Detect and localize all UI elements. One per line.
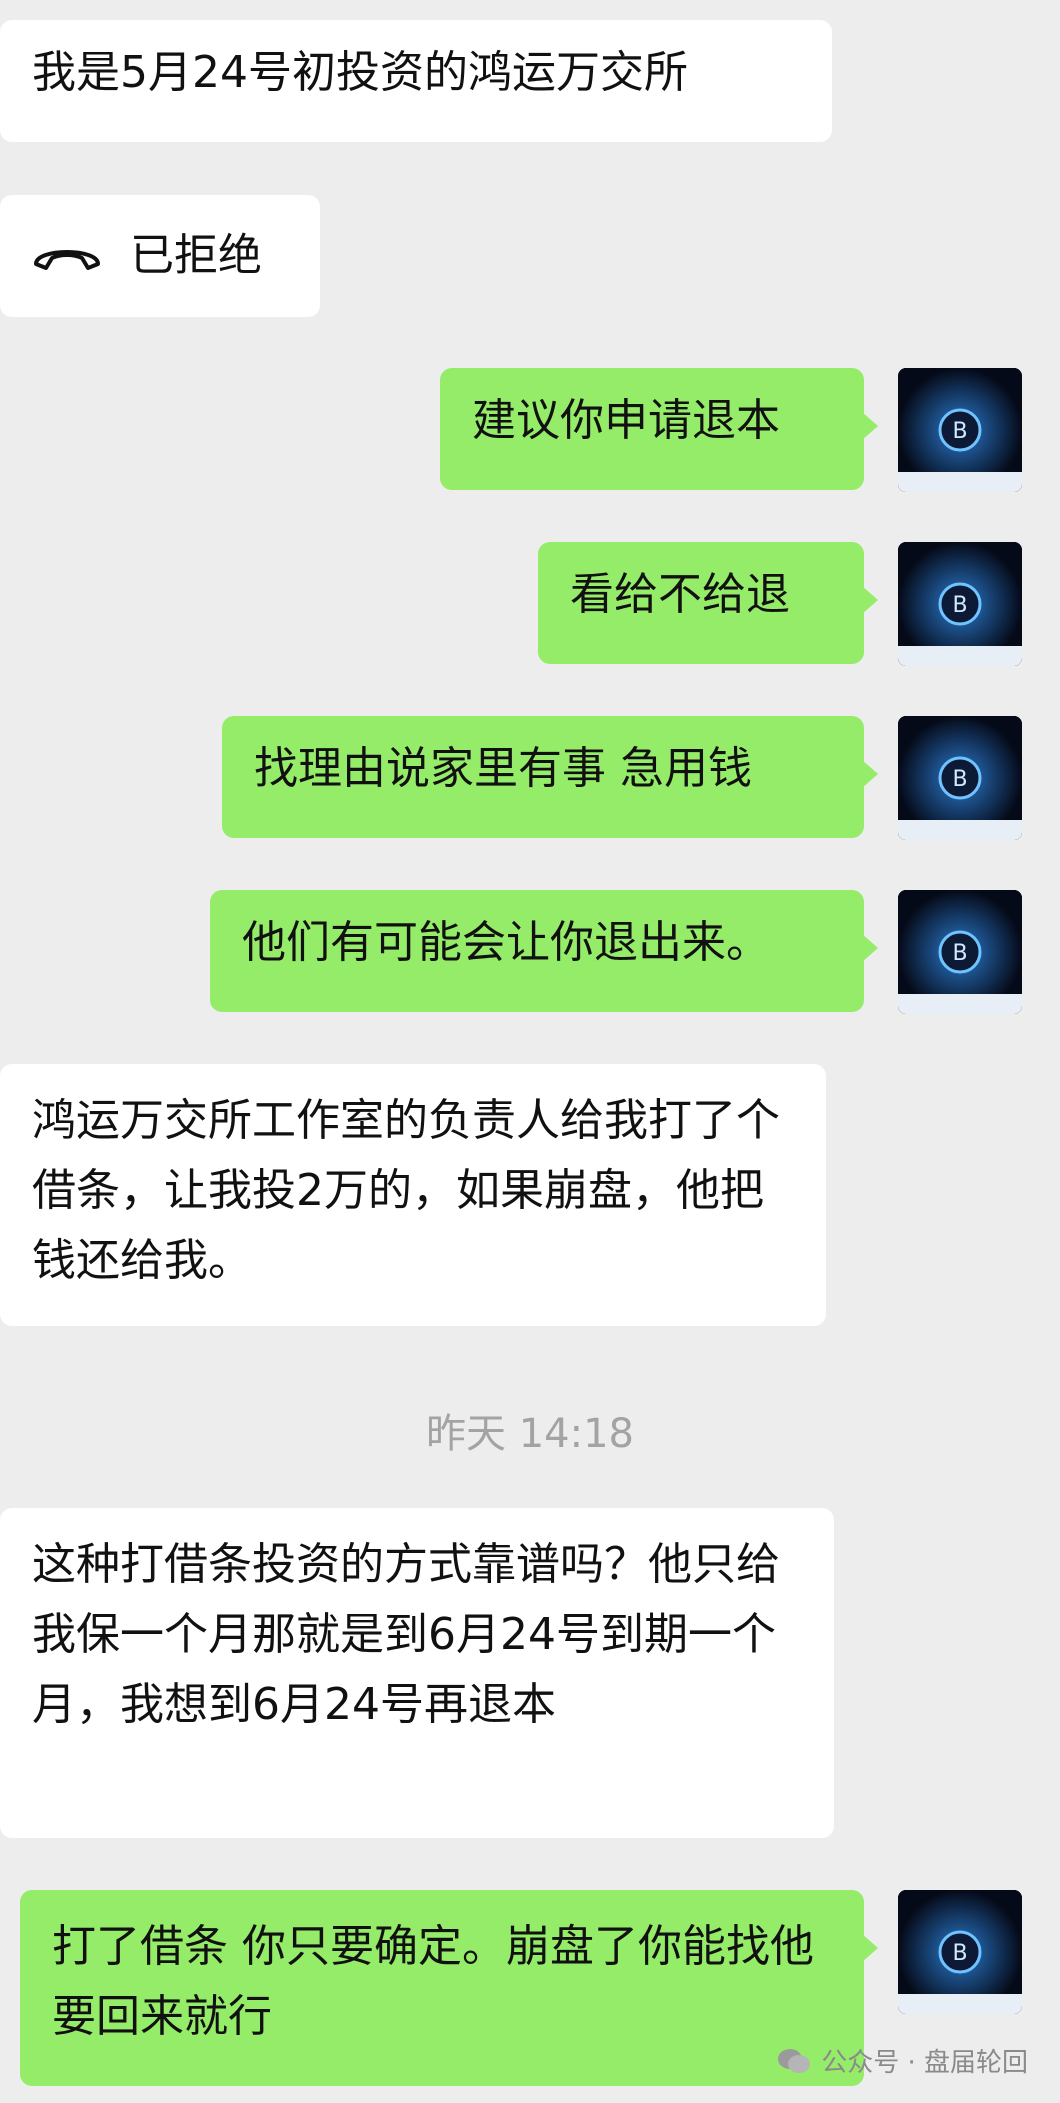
watermark: 公众号 · 盘届轮回 (777, 2042, 1028, 2079)
message-incoming[interactable]: 鸿运万交所工作室的负责人给我打了个借条，让我投2万的，如果崩盘，他把钱还给我。 (0, 1064, 826, 1326)
blockchain-avatar-icon: B (898, 542, 1022, 666)
message-text: 建议你申请退本 (472, 395, 780, 446)
message-incoming[interactable]: 这种打借条投资的方式靠谱吗？他只给我保一个月那就是到6月24号到期一个月，我想到… (0, 1508, 834, 1838)
blockchain-avatar-icon: B (898, 890, 1022, 1014)
message-incoming[interactable]: 我是5月24号初投资的鸿运万交所 (0, 20, 832, 142)
blockchain-avatar-icon: B (898, 1890, 1022, 2014)
message-text: 看给不给退 (570, 569, 790, 620)
svg-text:B: B (952, 593, 967, 618)
call-status-text: 已拒绝 (130, 230, 262, 281)
svg-text:B: B (952, 941, 967, 966)
svg-text:B: B (952, 1941, 967, 1966)
message-text: 我是5月24号初投资的鸿运万交所 (32, 47, 688, 98)
message-text: 打了借条 你只要确定。崩盘了你能找他要回来就行 (52, 1921, 814, 2042)
svg-text:B: B (952, 419, 967, 444)
avatar[interactable]: B (898, 542, 1022, 666)
message-text: 鸿运万交所工作室的负责人给我打了个借条，让我投2万的，如果崩盘，他把钱还给我。 (32, 1095, 780, 1286)
avatar[interactable]: B (898, 368, 1022, 492)
blockchain-avatar-icon: B (898, 368, 1022, 492)
svg-text:B: B (952, 767, 967, 792)
message-outgoing[interactable]: 建议你申请退本 (440, 368, 878, 490)
message-outgoing[interactable]: 找理由说家里有事 急用钱 (222, 716, 878, 838)
avatar[interactable]: B (898, 716, 1022, 840)
avatar[interactable]: B (898, 1890, 1022, 2014)
call-record[interactable]: 已拒绝 (0, 195, 320, 317)
message-text: 找理由说家里有事 急用钱 (254, 743, 752, 794)
phone-declined-icon (32, 238, 102, 274)
message-text: 他们有可能会让你退出来。 (242, 917, 770, 968)
message-text: 这种打借条投资的方式靠谱吗？他只给我保一个月那就是到6月24号到期一个月，我想到… (32, 1539, 780, 1730)
message-outgoing[interactable]: 打了借条 你只要确定。崩盘了你能找他要回来就行 (20, 1890, 878, 2086)
timestamp: 昨天 14:18 (426, 1411, 634, 1457)
wechat-icon (778, 2048, 811, 2073)
message-outgoing[interactable]: 看给不给退 (538, 542, 878, 664)
blockchain-avatar-icon: B (898, 716, 1022, 840)
message-outgoing[interactable]: 他们有可能会让你退出来。 (210, 890, 878, 1012)
watermark-text: 公众号 · 盘届轮回 (821, 2048, 1028, 2078)
avatar[interactable]: B (898, 890, 1022, 1014)
chat-area: 我是5月24号初投资的鸿运万交所 已拒绝 建议你申请退本 B 看给不给退 B 找… (0, 0, 1060, 2103)
